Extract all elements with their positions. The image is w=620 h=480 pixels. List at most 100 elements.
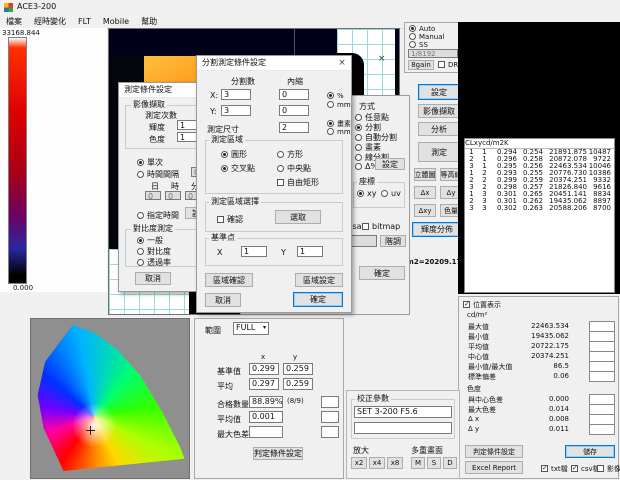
single-radio[interactable]: 單次 bbox=[137, 157, 163, 168]
judge-box bbox=[589, 424, 615, 435]
zoom-button[interactable]: x8 bbox=[387, 457, 403, 469]
view3d-button[interactable]: 立體圖 bbox=[414, 168, 436, 181]
ref-x-field[interactable]: 0.299 bbox=[249, 363, 279, 375]
excel-report-button[interactable]: Excel Report bbox=[465, 461, 523, 474]
dx-button[interactable]: Δx bbox=[414, 186, 436, 199]
cie-diagram-window bbox=[30, 318, 190, 479]
y-div-field[interactable]: 3 bbox=[221, 105, 251, 116]
x-div-field[interactable]: 3 bbox=[221, 89, 251, 100]
cie-marker[interactable] bbox=[86, 426, 95, 435]
maxdiff-label: 最大色差 bbox=[217, 429, 249, 440]
lum-stats: 最大值22463.534 最小值19435.062 平均值20722.175 中… bbox=[459, 321, 619, 381]
calibration-panel: 校正參數 SET 3-200 F5.6 放大 多重畫面 x2x4x8 MSD bbox=[346, 390, 460, 479]
mm-radio[interactable]: mm bbox=[327, 101, 351, 109]
zoom-button[interactable]: x2 bbox=[351, 457, 367, 469]
menu-item[interactable]: 幫助 bbox=[135, 15, 163, 28]
size-field[interactable]: 2 bbox=[279, 122, 309, 133]
table-row[interactable]: 33 0.3020.263 20588.2068700 bbox=[465, 205, 614, 212]
interval-radio[interactable]: 時間間隔 bbox=[137, 169, 179, 180]
multi-button[interactable]: M bbox=[411, 457, 425, 469]
split-cancel-button[interactable]: 取消 bbox=[205, 293, 241, 307]
multi-button[interactable]: D bbox=[443, 457, 457, 469]
capture-button[interactable]: 影像擷取 bbox=[418, 104, 460, 118]
zoom-button[interactable]: x4 bbox=[369, 457, 385, 469]
child-close-icon[interactable]: × bbox=[378, 54, 386, 64]
menu-item[interactable]: 經時變化 bbox=[28, 15, 72, 28]
confirm-checkbox[interactable]: 確認 bbox=[217, 214, 243, 225]
x-inset-field[interactable]: 0 bbox=[279, 89, 309, 100]
lum-dist-button[interactable]: 輝度分佈 bbox=[412, 222, 462, 237]
square-radio[interactable]: 方形 bbox=[277, 149, 303, 160]
base-y-field[interactable]: 1 bbox=[297, 246, 323, 257]
method-set-button[interactable]: 設定 bbox=[375, 158, 405, 170]
img-checkbox[interactable]: 影像檔 bbox=[597, 464, 620, 474]
ss-radio[interactable]: SS bbox=[409, 41, 428, 49]
tone-button[interactable]: 階調 bbox=[380, 235, 406, 247]
menu-item[interactable]: 檔案 bbox=[0, 15, 28, 28]
cross-radio[interactable]: 交叉點 bbox=[221, 163, 255, 174]
manual-radio[interactable]: Manual bbox=[409, 33, 444, 41]
txt-checkbox[interactable]: txt檔 bbox=[541, 464, 568, 474]
dr-checkbox[interactable]: DR bbox=[438, 61, 458, 69]
zoom-label: 放大 bbox=[353, 445, 369, 456]
base-group-label: 基準点 bbox=[209, 234, 237, 242]
range-label: 範圍 bbox=[205, 325, 221, 336]
method-option[interactable]: 分割 bbox=[355, 122, 407, 132]
csv-checkbox[interactable]: csv檔 bbox=[571, 464, 600, 474]
hour-field[interactable]: 0 bbox=[165, 191, 181, 200]
method-ok-button[interactable]: 確定 bbox=[359, 266, 405, 280]
mm2-radio[interactable]: mm bbox=[327, 128, 351, 136]
pass-judge-box bbox=[321, 396, 339, 408]
y-inset-field[interactable]: 0 bbox=[279, 105, 309, 116]
gain-button[interactable]: 8gain bbox=[408, 60, 434, 70]
analyze-button[interactable]: 分析 bbox=[418, 122, 460, 136]
multi-button[interactable]: S bbox=[427, 457, 441, 469]
settings-button[interactable]: 設定 bbox=[418, 84, 460, 100]
pick-button[interactable]: 選取 bbox=[275, 210, 321, 224]
method-option[interactable]: 畫素 bbox=[355, 142, 407, 152]
normal-radio[interactable]: 一般 bbox=[137, 235, 163, 246]
measure-button[interactable]: 測定 bbox=[418, 142, 460, 162]
stat-row: 平均值20722.175 bbox=[459, 341, 619, 351]
shutter-select[interactable]: 1/8192 bbox=[408, 49, 458, 58]
table-body: 11 0.2940.254 21891.87510487 21 0.2960.2… bbox=[465, 149, 614, 212]
range-panel: 範圍 FULL▾ x y 基準值 0.299 0.259 平均 0.297 0.… bbox=[194, 318, 344, 479]
split-condition-dialog: 分割測定條件設定 × 分割數 內縮 X: 3 0 Y: 3 0 % mm 測定尺… bbox=[196, 55, 352, 313]
contrast-radio[interactable]: 對比度 bbox=[137, 246, 171, 257]
trans-radio[interactable]: 透過率 bbox=[137, 257, 171, 268]
avg-x-field[interactable]: 0.297 bbox=[249, 378, 279, 390]
method-option[interactable]: 任意點 bbox=[355, 112, 407, 122]
col-y-label: y bbox=[293, 353, 297, 361]
split-ok-button[interactable]: 確定 bbox=[293, 292, 343, 307]
circle-radio[interactable]: 圓形 bbox=[221, 149, 247, 160]
menu-item[interactable]: Mobile bbox=[97, 15, 135, 28]
base-x-field[interactable]: 1 bbox=[241, 246, 267, 257]
cond-cancel-button[interactable]: 取消 bbox=[135, 272, 171, 285]
close-icon[interactable]: × bbox=[335, 57, 349, 69]
bitmap-checkbox[interactable]: bitmap bbox=[362, 222, 400, 231]
day-field[interactable]: 0 bbox=[145, 191, 161, 200]
stat-row: 中心值20374.251 bbox=[459, 351, 619, 361]
stat-row: 標準偏差0.06 bbox=[459, 371, 619, 381]
position-checkbox[interactable]: 位置表示 bbox=[463, 300, 501, 310]
measurement-table[interactable]: CLxycd/m2K 11 0.2940.254 21891.87510487 … bbox=[464, 138, 615, 293]
method-option[interactable]: 自動分割 bbox=[355, 132, 407, 142]
save-button[interactable]: 儲存 bbox=[565, 445, 615, 458]
timed-radio[interactable]: 指定時間 bbox=[137, 210, 179, 221]
auto-radio[interactable]: Auto bbox=[409, 25, 435, 33]
range-judge-button[interactable]: 判定條件設定 bbox=[253, 447, 303, 460]
freerect-checkbox[interactable]: 自由矩形 bbox=[277, 177, 319, 188]
pct-radio[interactable]: % bbox=[327, 92, 344, 100]
range-select[interactable]: FULL▾ bbox=[233, 322, 269, 335]
coord-uv-radio[interactable]: uv bbox=[381, 189, 401, 198]
stats-judge-button[interactable]: 判定條件設定 bbox=[465, 445, 523, 458]
avg-y-field[interactable]: 0.259 bbox=[283, 378, 313, 390]
dxy-button[interactable]: Δxy bbox=[414, 204, 436, 217]
menu-item[interactable]: FLT bbox=[72, 15, 97, 28]
area-set-button[interactable]: 區域設定 bbox=[295, 273, 343, 287]
area-confirm-button[interactable]: 區域確認 bbox=[205, 273, 253, 287]
ref-y-field[interactable]: 0.259 bbox=[283, 363, 313, 375]
center-radio[interactable]: 中央點 bbox=[277, 163, 311, 174]
avgdiff-label: 平均值 bbox=[217, 414, 241, 425]
coord-xy-radio[interactable]: xy bbox=[357, 189, 376, 198]
